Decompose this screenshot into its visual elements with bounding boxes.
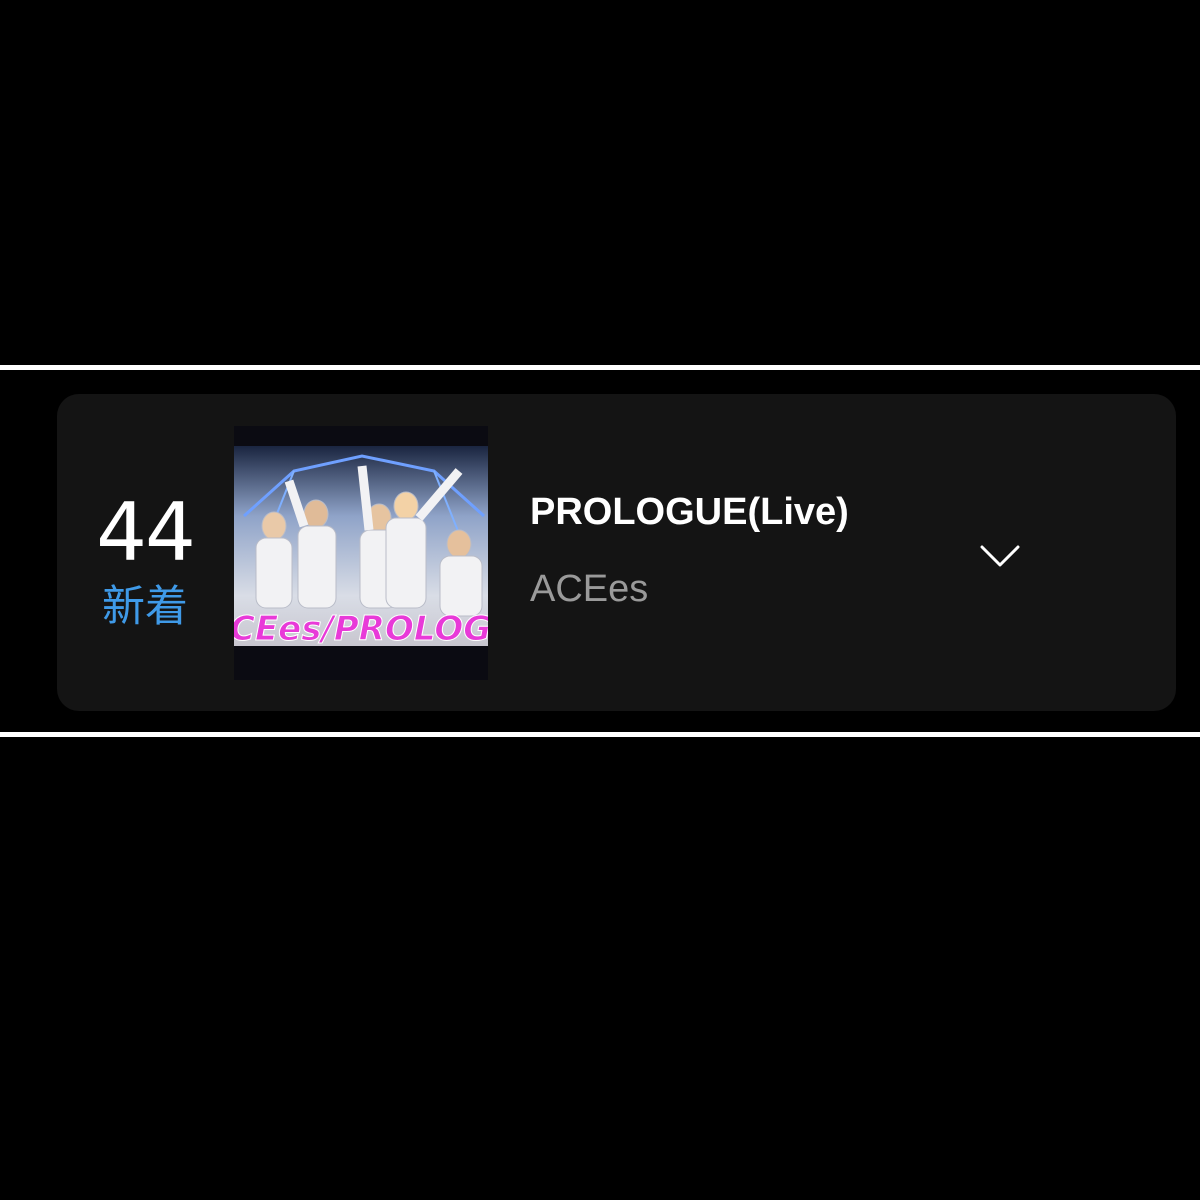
album-thumbnail[interactable]: CEes/PROLOGU <box>234 426 488 680</box>
expand-button[interactable] <box>970 525 1030 585</box>
page: 44 新着 CEes/PROLO PROLOGUE(Live) ACEes <box>0 0 1200 1200</box>
rank-block: 44 新着 <box>57 394 233 711</box>
rank-number: 44 <box>96 486 196 579</box>
thumbnail-caption: CEes/PROLOGU <box>234 609 488 649</box>
chevron-down-icon <box>980 545 1020 567</box>
artist-name[interactable]: ACEes <box>530 567 648 611</box>
rank-status-badge: 新着 <box>102 582 188 632</box>
divider-bottom <box>0 732 1200 737</box>
album-thumbnail-image: CEes/PROLOGU <box>234 426 488 680</box>
divider-top <box>0 365 1200 370</box>
chart-entry-card[interactable]: 44 新着 CEes/PROLO PROLOGUE(Live) ACEes <box>57 394 1176 711</box>
song-title[interactable]: PROLOGUE(Live) <box>530 490 849 534</box>
